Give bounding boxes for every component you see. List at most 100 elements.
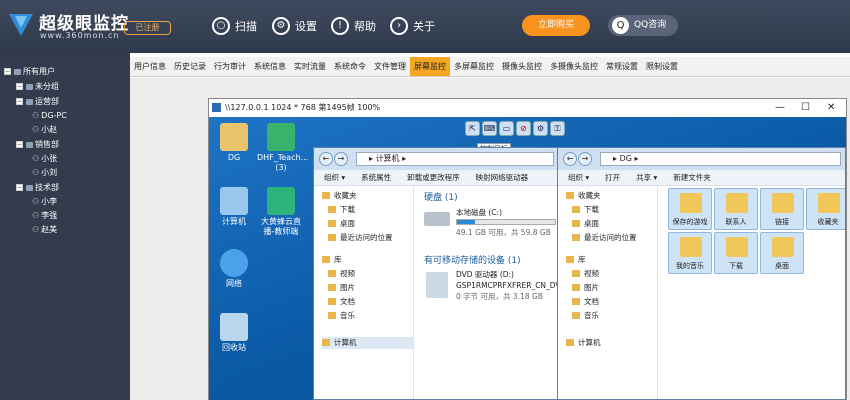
nav-computer[interactable]: 计算机 — [566, 337, 601, 349]
monitor-icon[interactable]: ▭ — [499, 121, 514, 136]
nav-libraries[interactable]: 库 — [322, 254, 342, 266]
tab-behavior-audit[interactable]: 行为审计 — [210, 57, 250, 76]
explorer-dg-window[interactable]: ← → ▸ DG ▸ 组织 ▾ 打开 共享 ▾ 新建文件夹 收藏夹 下载 桌面 最近访问… — [557, 147, 846, 400]
forward-icon[interactable]: → — [334, 152, 348, 166]
desktop-icon[interactable]: 网络 — [210, 249, 258, 289]
remote-screen-window[interactable]: \\127.0.0.1 1024 * 768 第1495帧 100% — ☐ ✕… — [208, 98, 847, 400]
system-properties-button[interactable]: 系统属性 — [361, 173, 391, 182]
nav-videos[interactable]: 视频 — [328, 268, 355, 280]
settings-icon[interactable]: ⚙ — [533, 121, 548, 136]
tab-general-settings[interactable]: 常规设置 — [602, 57, 642, 76]
nav-videos[interactable]: 视频 — [572, 268, 599, 280]
folder-item[interactable]: 下载 — [714, 232, 758, 274]
remote-window-titlebar[interactable]: \\127.0.0.1 1024 * 768 第1495帧 100% — ☐ ✕ — [209, 99, 846, 117]
nav-computer[interactable]: 计算机 — [322, 337, 414, 349]
tab-system-command[interactable]: 系统命令 — [330, 57, 370, 76]
desktop-icon[interactable]: 计算机 — [210, 187, 258, 227]
nav-music[interactable]: 音乐 — [572, 310, 599, 322]
lock-icon[interactable]: ⚿ — [550, 121, 565, 136]
back-icon[interactable]: ← — [319, 152, 333, 166]
mouse-control-icon[interactable]: ⇱ — [465, 121, 480, 136]
nav-settings[interactable]: ⚙ 设置 — [272, 16, 317, 36]
organize-button[interactable]: 组织 ▾ — [324, 173, 345, 182]
tree-root[interactable]: − 所有用户 — [4, 65, 55, 78]
tab-user-info[interactable]: 用户信息 — [130, 57, 170, 76]
path-field[interactable]: ▸ DG ▸ — [600, 152, 841, 166]
stop-icon[interactable]: ⊘ — [516, 121, 531, 136]
tab-screen-monitor[interactable]: 屏幕监控 — [410, 57, 450, 76]
nav-desktop[interactable]: 桌面 — [572, 218, 599, 230]
maximize-icon[interactable]: ☐ — [801, 99, 810, 117]
tree-user[interactable]: ⚇ 李强 — [32, 209, 57, 222]
tree-group-ops[interactable]: − 运营部 — [16, 95, 59, 108]
tree-user[interactable]: ⚇ 小张 — [32, 152, 57, 165]
nav-documents[interactable]: 文档 — [572, 296, 599, 308]
tab-system-info[interactable]: 系统信息 — [250, 57, 290, 76]
tree-user[interactable]: ⚇ 小赵 — [32, 123, 57, 136]
tab-realtime-traffic[interactable]: 实时流量 — [290, 57, 330, 76]
explorer-computer-window[interactable]: ← → ▸ 计算机 ▸ 组织 ▾ 系统属性 卸载或更改程序 映射网络驱动器 收藏夹 下载… — [313, 147, 559, 400]
organize-button[interactable]: 组织 ▾ — [568, 173, 589, 182]
tab-history[interactable]: 历史记录 — [170, 57, 210, 76]
minimize-icon[interactable]: — — [775, 99, 785, 117]
nav-libraries[interactable]: 库 — [566, 254, 586, 266]
folder-item[interactable]: 桌面 — [760, 232, 804, 274]
tree-user[interactable]: ⚇ 小李 — [32, 195, 57, 208]
nav-downloads[interactable]: 下载 — [572, 204, 599, 216]
keyboard-icon[interactable]: ⌨ — [482, 121, 497, 136]
tab-restriction-settings[interactable]: 限制设置 — [642, 57, 682, 76]
folder-item[interactable]: 我的音乐 — [668, 232, 712, 274]
nav-favorites[interactable]: 收藏夹 — [322, 190, 357, 202]
qq-consult-button[interactable]: Q QQ咨询 — [608, 15, 678, 36]
folder-item[interactable]: 收藏夹 — [806, 188, 845, 230]
forward-icon[interactable]: → — [578, 152, 592, 166]
tree-user[interactable]: ⚇ DG-PC — [32, 109, 67, 122]
back-icon[interactable]: ← — [563, 152, 577, 166]
collapse-icon[interactable]: − — [16, 184, 23, 191]
desktop-icon[interactable]: DG — [210, 123, 258, 163]
nav-recent[interactable]: 最近访问的位置 — [572, 232, 637, 244]
nav-downloads[interactable]: 下载 — [328, 204, 355, 216]
tab-file-manager[interactable]: 文件管理 — [370, 57, 410, 76]
nav-favorites[interactable]: 收藏夹 — [566, 190, 601, 202]
uninstall-button[interactable]: 卸载或更改程序 — [407, 173, 460, 182]
tab-camera[interactable]: 摄像头监控 — [498, 57, 546, 76]
nav-documents[interactable]: 文档 — [328, 296, 355, 308]
desktop-icon[interactable]: 回收站 — [210, 313, 258, 353]
open-button[interactable]: 打开 — [605, 173, 620, 182]
path-field[interactable]: ▸ 计算机 ▸ — [356, 152, 554, 166]
folder-icon — [726, 237, 748, 257]
folder-item[interactable]: 链接 — [760, 188, 804, 230]
tree-group-tech[interactable]: − 技术部 — [16, 181, 59, 194]
tree-group-ungrouped[interactable]: − 未分组 — [16, 80, 59, 93]
nav-desktop[interactable]: 桌面 — [328, 218, 355, 230]
map-drive-button[interactable]: 映射网络驱动器 — [476, 173, 529, 182]
registered-badge: 已注册 — [124, 21, 171, 35]
tree-user[interactable]: ⚇ 小刘 — [32, 166, 57, 179]
nav-scan[interactable]: ○ 扫描 — [212, 16, 257, 36]
desktop-icon[interactable]: 大黄蜂云直播-教师端 — [257, 187, 305, 237]
collapse-icon[interactable]: − — [16, 141, 23, 148]
user-icon: ⚇ — [32, 225, 40, 234]
tree-user[interactable]: ⚇ 赵美 — [32, 223, 57, 236]
share-button[interactable]: 共享 ▾ — [636, 173, 657, 182]
nav-music[interactable]: 音乐 — [328, 310, 355, 322]
nav-pictures[interactable]: 图片 — [328, 282, 355, 294]
nav-about[interactable]: › 关于 — [390, 16, 435, 36]
close-icon[interactable]: ✕ — [827, 99, 835, 117]
tab-multi-camera[interactable]: 多摄像头监控 — [546, 57, 602, 76]
tab-multi-screen[interactable]: 多屏幕监控 — [450, 57, 498, 76]
collapse-icon[interactable]: − — [16, 98, 23, 105]
tree-group-sales[interactable]: − 销售部 — [16, 138, 59, 151]
collapse-icon[interactable]: − — [16, 83, 23, 90]
nav-help[interactable]: ! 帮助 — [331, 16, 376, 36]
collapse-icon[interactable]: − — [4, 68, 11, 75]
nav-recent[interactable]: 最近访问的位置 — [328, 232, 393, 244]
desktop-icon[interactable]: DHF_Teach... (3) — [257, 123, 308, 173]
buy-button[interactable]: 立即购买 — [522, 15, 590, 36]
nav-pictures[interactable]: 图片 — [572, 282, 599, 294]
folder-item[interactable]: 联系人 — [714, 188, 758, 230]
folder-item[interactable]: 保存的游戏 — [668, 188, 712, 230]
new-folder-button[interactable]: 新建文件夹 — [673, 173, 711, 182]
remote-desktop[interactable]: DG DHF_Teach... (3) 计算机 大黄蜂云直播-教师端 网络 回收… — [209, 117, 846, 400]
